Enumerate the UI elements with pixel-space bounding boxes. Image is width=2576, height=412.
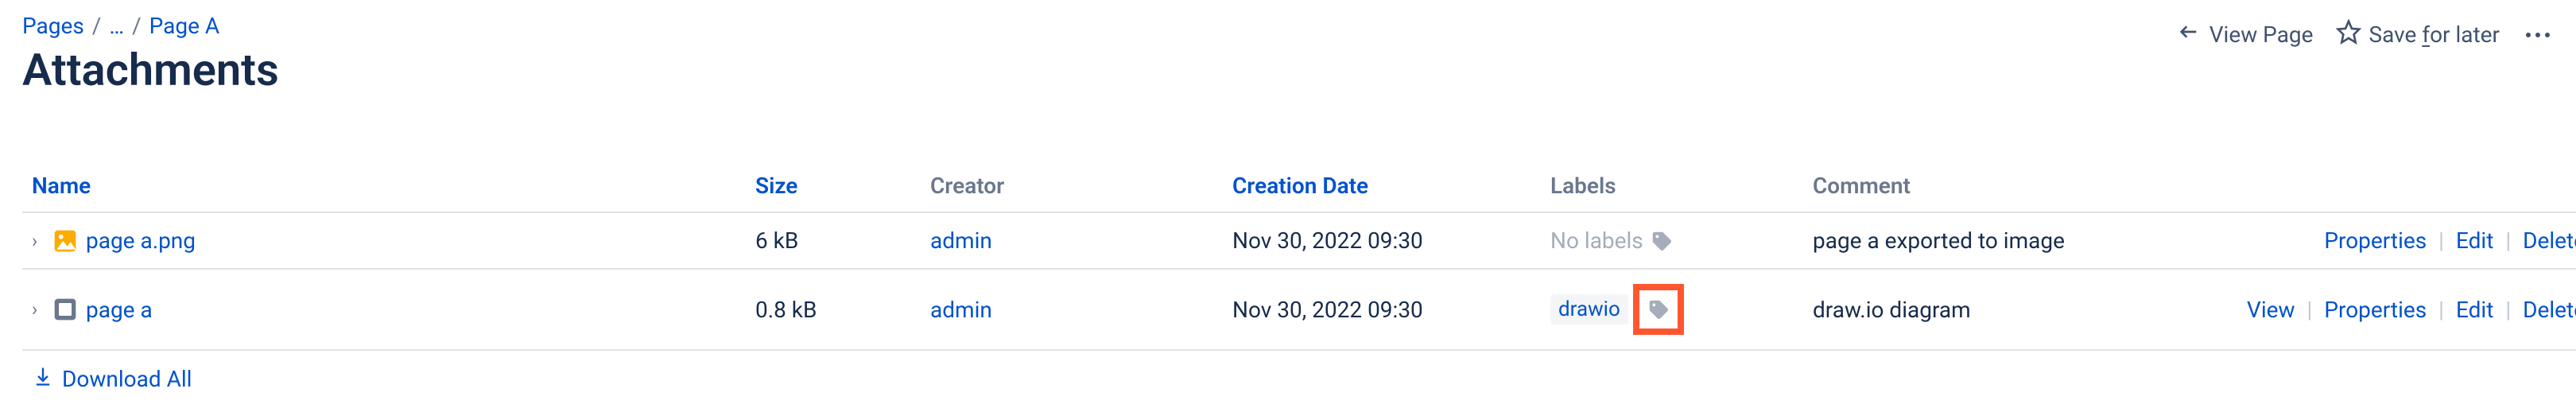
more-actions-button[interactable] [2522,22,2554,48]
attachment-name-link[interactable]: page a [86,297,153,323]
download-icon [32,365,54,393]
save-for-later-button[interactable]: Save for later [2336,19,2500,50]
chevron-right-icon[interactable]: › [32,230,45,252]
action-sep: | [2435,297,2447,323]
breadcrumb-root[interactable]: Pages [22,13,84,39]
add-label-highlight [1633,284,1684,335]
breadcrumb: Pages / … / Page A [22,13,279,39]
col-header-name[interactable]: Name [22,160,746,212]
col-header-comment: Comment [1803,160,2153,212]
attachment-creator-link[interactable]: admin [930,297,992,323]
tag-icon[interactable] [1647,297,1670,321]
attachment-actions: Properties | Edit | Delete [2153,212,2576,269]
action-sep: | [2435,227,2447,254]
col-header-creator: Creator [921,160,1223,212]
col-header-creation-date[interactable]: Creation Date [1223,160,1541,212]
labels-none: No labels [1550,227,1674,254]
download-all-button[interactable]: Download All [22,351,201,393]
attachment-actions: View | Properties | Edit | Delete [2153,269,2576,350]
attachment-date: Nov 30, 2022 09:30 [1223,269,1541,350]
attachment-name-link[interactable]: page a.png [86,227,196,254]
table-row: › page a.png 6 kB admin Nov 30, 2022 09:… [22,212,2576,269]
breadcrumb-sep: / [132,13,142,39]
attachment-comment: page a exported to image [1803,212,2153,269]
action-delete[interactable]: Delete [2520,297,2576,323]
label-chip[interactable]: drawio [1550,294,1628,325]
view-page-label: View Page [2209,21,2314,48]
table-row: › page a 0.8 kB admin Nov 30, 2022 09:30… [22,269,2576,350]
page-toolbar: View Page Save for later [2176,13,2554,50]
app-file-icon [52,297,78,322]
action-delete[interactable]: Delete [2520,227,2576,254]
attachment-date: Nov 30, 2022 09:30 [1223,212,1541,269]
download-all-label: Download All [62,366,192,392]
no-labels-text: No labels [1550,227,1643,254]
action-sep: | [2304,297,2316,323]
attachment-size: 6 kB [746,212,921,269]
back-arrow-icon [2176,19,2202,50]
save-for-later-label: Save for later [2369,21,2500,48]
star-icon [2336,19,2361,50]
breadcrumb-current[interactable]: Page A [149,13,220,39]
action-sep: | [2502,297,2514,323]
attachment-comment: draw.io diagram [1803,269,2153,350]
attachments-table: Name Size Creator Creation Date Labels C… [22,160,2576,351]
action-edit[interactable]: Edit [2453,227,2496,254]
action-sep: | [2502,227,2514,254]
attachment-size: 0.8 kB [746,269,921,350]
view-page-button[interactable]: View Page [2176,19,2314,50]
action-properties[interactable]: Properties [2321,227,2430,254]
col-header-actions [2153,160,2576,212]
breadcrumb-sep: / [92,13,102,39]
chevron-right-icon[interactable]: › [32,298,45,321]
action-edit[interactable]: Edit [2453,297,2496,323]
image-file-icon [52,228,78,254]
attachment-creator-link[interactable]: admin [930,227,992,254]
col-header-labels: Labels [1541,160,1803,212]
action-view[interactable]: View [2244,297,2299,323]
tag-icon[interactable] [1650,229,1674,253]
breadcrumb-ellipsis[interactable]: … [109,13,124,39]
action-properties[interactable]: Properties [2321,297,2430,323]
col-header-size[interactable]: Size [746,160,921,212]
page-title: Attachments [22,44,279,96]
